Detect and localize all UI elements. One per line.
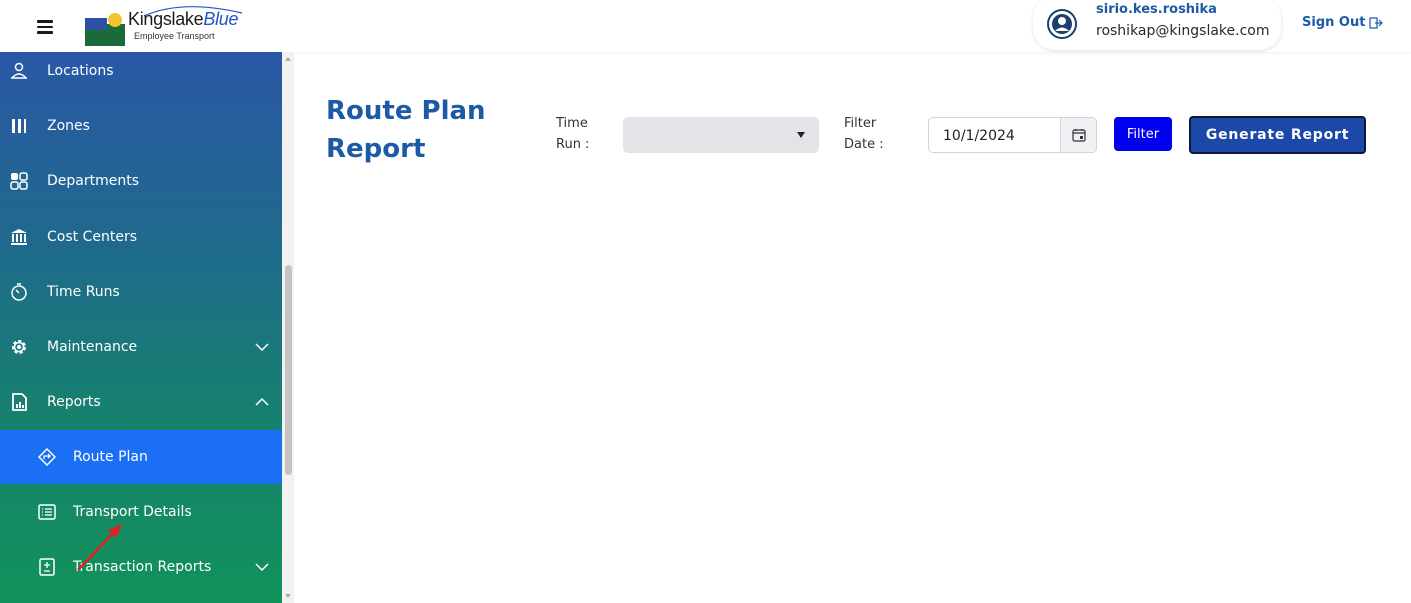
sidebar-item-label: Zones [47,118,90,134]
sidebar-item-maintenance[interactable]: Maintenance [0,320,282,374]
sidebar-item-label: Time Runs [47,284,120,300]
time-run-label: Time Run : [556,116,590,152]
sidebar-item-cost-centers[interactable]: Cost Centers [0,210,282,264]
user-avatar-icon [1047,9,1077,39]
user-profile-card[interactable]: sirio.kes.roshika roshikap@kingslake.com [1033,0,1281,50]
sidebar-item-reports[interactable]: Reports [0,375,282,429]
transaction-icon [39,558,55,576]
location-person-icon [11,62,27,79]
sign-out-label: Sign Out [1302,15,1366,30]
scroll-down-icon[interactable] [285,594,291,598]
list-icon [38,504,56,520]
sidebar-item-departments[interactable]: Departments [0,154,282,208]
report-icon [12,393,27,411]
user-email: roshikap@kingslake.com [1096,23,1270,39]
time-run-select[interactable] [623,117,819,153]
sidebar-item-label: Transaction Reports [73,559,212,575]
filter-date-label: Filter Date : [844,116,884,152]
sidebar-item-label: Transport Details [73,504,192,520]
sidebar-item-zones[interactable]: Zones [0,99,282,153]
sidebar-item-label: Cost Centers [47,229,137,245]
dropdown-caret-icon [797,132,805,138]
chevron-down-icon[interactable] [254,559,270,575]
sidebar-item-label: Locations [47,63,114,79]
gear-icon [12,340,26,354]
sidebar: Locations Zones Departments Cost Centers [0,52,282,603]
logo-subtitle: Employee Transport [134,31,215,41]
sidebar-item-label: Departments [47,173,140,189]
sidebar-item-label: Maintenance [47,339,138,355]
sidebar-item-locations[interactable]: Locations [0,52,282,98]
route-diamond-icon [38,448,56,466]
logo-text: KingslakeBlue [128,9,239,29]
zones-icon [12,119,26,133]
sidebar-item-label: Route Plan [73,449,148,465]
top-bar: KingslakeBlue Employee Transport sirio.k… [0,0,1411,52]
filter-button[interactable]: Filter [1114,117,1172,151]
hamburger-menu-icon[interactable] [37,20,53,34]
filter-date-input[interactable]: 10/1/2024 [928,117,1097,153]
sidebar-item-transaction-reports[interactable]: Transaction Reports [0,540,282,594]
page-title: Route Plan Report [326,96,486,164]
sidebar-item-transport-details[interactable]: Transport Details [0,485,282,539]
bank-icon [11,229,27,245]
sign-out-icon [1369,16,1384,29]
scrollbar-thumb[interactable] [285,265,292,475]
logo-mark-icon [85,13,125,46]
calendar-icon[interactable] [1060,118,1096,152]
departments-grid-icon [10,172,28,190]
chevron-down-icon[interactable] [254,339,270,355]
timer-icon [11,283,27,301]
sidebar-item-time-runs[interactable]: Time Runs [0,265,282,319]
sidebar-item-label: Reports [47,394,101,410]
chevron-up-icon[interactable] [254,394,270,410]
sidebar-scrollbar[interactable] [282,52,294,603]
generate-report-button[interactable]: Generate Report [1189,116,1366,154]
user-name: sirio.kes.roshika [1096,2,1217,17]
filter-date-value: 10/1/2024 [943,128,1015,144]
scroll-up-icon[interactable] [285,57,291,61]
app-logo[interactable]: KingslakeBlue Employee Transport [82,3,250,47]
sign-out-button[interactable]: Sign Out [1302,15,1384,30]
sidebar-item-route-plan[interactable]: Route Plan [0,430,282,484]
